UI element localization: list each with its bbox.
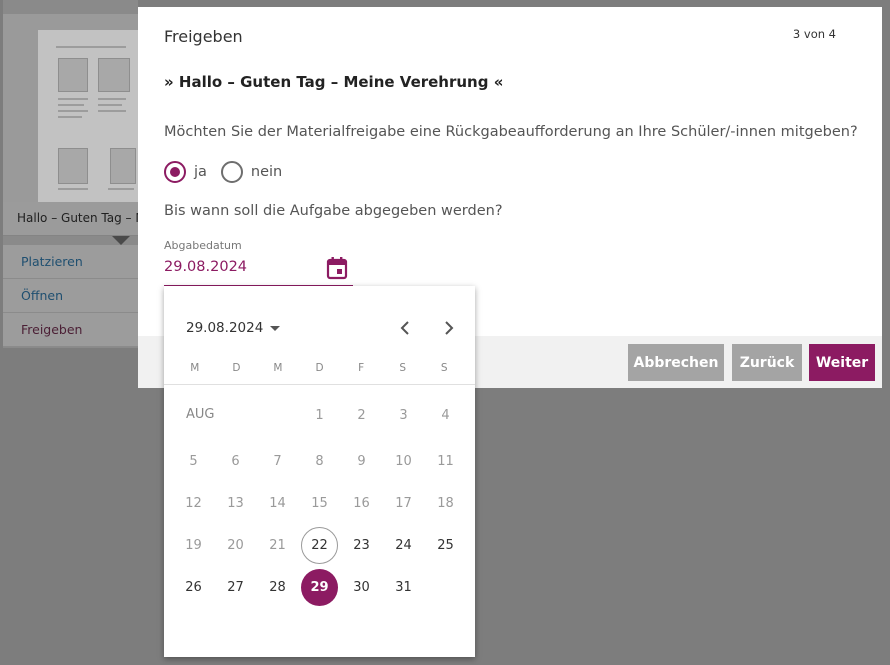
- day-cell[interactable]: 27: [217, 569, 254, 606]
- day-cell[interactable]: 31: [385, 569, 422, 606]
- day-cell: 7: [273, 454, 282, 469]
- day-cell: 2: [357, 408, 366, 423]
- cancel-button[interactable]: Abbrechen: [628, 344, 724, 381]
- day-cell: 9: [357, 454, 366, 469]
- day-cell: 16: [353, 496, 370, 511]
- next-button[interactable]: Weiter: [809, 344, 875, 381]
- menu-item-freigeben[interactable]: Freigeben: [3, 313, 138, 347]
- day-cell[interactable]: 23: [343, 527, 380, 564]
- day-cell: 18: [437, 496, 454, 511]
- weekday-divider: [164, 384, 475, 385]
- weekday-header: MDMDFSS: [174, 362, 465, 374]
- day-cell: 17: [395, 496, 412, 511]
- dropdown-caret-icon[interactable]: [270, 325, 281, 331]
- day-cell[interactable]: 30: [343, 569, 380, 606]
- month-label: AUG: [186, 407, 215, 422]
- step-indicator: 3 von 4: [792, 27, 836, 41]
- menu-item-oeffnen[interactable]: Öffnen: [3, 279, 138, 313]
- datepicker-popup: 29.08.2024 MDMDFSS AUG 1 2 3 4 5 6 7 8 9 10 11 12 13…: [164, 286, 475, 657]
- menu-item-platzieren[interactable]: Platzieren: [3, 245, 138, 279]
- day-cell: 10: [395, 454, 412, 469]
- due-date-field[interactable]: 29.08.2024: [164, 255, 353, 286]
- day-cell: 8: [315, 454, 324, 469]
- material-title: » Hallo – Guten Tag – Meine Verehrung «: [164, 73, 504, 91]
- material-thumbnail[interactable]: [38, 30, 138, 205]
- due-date-label: Abgabedatum: [164, 239, 242, 252]
- day-cell-today[interactable]: 22: [301, 527, 338, 564]
- picker-header-date[interactable]: 29.08.2024: [186, 320, 263, 336]
- due-date-value[interactable]: 29.08.2024: [164, 259, 247, 275]
- radio-no[interactable]: [220, 161, 243, 183]
- day-cell: 19: [185, 538, 202, 553]
- previous-month-icon[interactable]: [397, 319, 415, 337]
- day-cell[interactable]: 25: [427, 527, 464, 564]
- weekday-label: S: [440, 362, 448, 374]
- day-cell[interactable]: 26: [175, 569, 212, 606]
- day-cell: 1: [315, 408, 324, 423]
- day-cell: 5: [189, 454, 198, 469]
- material-card-title: Hallo – Guten Tag – Meine Verehrung: [3, 202, 138, 236]
- radio-no-label[interactable]: nein: [251, 164, 282, 180]
- day-cell: 14: [269, 496, 286, 511]
- radio-yes[interactable]: [164, 161, 186, 183]
- weekday-label: M: [190, 362, 200, 374]
- next-month-icon[interactable]: [439, 319, 457, 337]
- due-date-question: Bis wann soll die Aufgabe abgegeben werd…: [164, 203, 503, 219]
- weekday-label: D: [315, 362, 324, 374]
- day-cell: 13: [227, 496, 244, 511]
- day-cell: 3: [399, 408, 408, 423]
- return-radio-group: ja nein: [164, 161, 296, 183]
- day-cell: 4: [441, 408, 450, 423]
- day-cell: 15: [311, 496, 328, 511]
- calendar-icon[interactable]: [326, 256, 348, 280]
- return-question: Möchten Sie der Materialfreigabe eine Rü…: [164, 124, 858, 140]
- weekday-label: M: [273, 362, 283, 374]
- radio-yes-label[interactable]: ja: [194, 164, 207, 180]
- weekday-label: F: [358, 362, 365, 374]
- card-caret: [112, 236, 130, 245]
- dialog-title: Freigeben: [164, 27, 243, 46]
- back-button[interactable]: Zurück: [732, 344, 802, 381]
- material-menu: Platzieren Öffnen Freigeben: [3, 245, 138, 347]
- weekday-label: D: [232, 362, 241, 374]
- day-cell: 11: [437, 454, 454, 469]
- month-year-selector[interactable]: 29.08.2024: [186, 320, 281, 336]
- day-cell[interactable]: 28: [259, 569, 296, 606]
- weekday-label: S: [399, 362, 407, 374]
- day-cell: 21: [269, 538, 286, 553]
- day-cell: 12: [185, 496, 202, 511]
- day-cell: 20: [227, 538, 244, 553]
- day-cell[interactable]: 24: [385, 527, 422, 564]
- day-cell-selected[interactable]: 29: [301, 569, 338, 606]
- day-cell: 6: [231, 454, 240, 469]
